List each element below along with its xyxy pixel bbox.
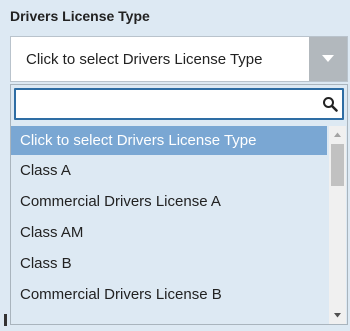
- option-class-am[interactable]: Class AM: [11, 217, 327, 248]
- search-icon: [323, 97, 338, 112]
- scroll-down-arrow-icon[interactable]: [329, 307, 346, 324]
- dropdown-list: Click to select Drivers License Type Cla…: [10, 84, 348, 325]
- options-list: Click to select Drivers License Type Cla…: [11, 126, 327, 324]
- search-input[interactable]: [20, 93, 314, 117]
- option-commercial-b[interactable]: Commercial Drivers License B: [11, 279, 327, 310]
- underlying-element-edge: [4, 314, 7, 326]
- option-commercial-a[interactable]: Commercial Drivers License A: [11, 186, 327, 217]
- dropdown-toggle-button[interactable]: [309, 37, 347, 81]
- select-current-value: Click to select Drivers License Type: [26, 51, 263, 68]
- field-label: Drivers License Type: [10, 8, 150, 24]
- search-field[interactable]: [14, 88, 344, 120]
- scroll-up-arrow-icon[interactable]: [329, 126, 346, 143]
- scroll-thumb[interactable]: [331, 144, 344, 186]
- option-class-a[interactable]: Class A: [11, 155, 327, 186]
- drivers-license-type-select[interactable]: Click to select Drivers License Type: [10, 36, 348, 82]
- option-placeholder[interactable]: Click to select Drivers License Type: [11, 126, 327, 155]
- drivers-license-type-panel: Drivers License Type Click to select Dri…: [0, 0, 350, 331]
- chevron-down-icon: [322, 55, 334, 62]
- options-scrollbar[interactable]: [329, 126, 346, 324]
- option-class-b[interactable]: Class B: [11, 248, 327, 279]
